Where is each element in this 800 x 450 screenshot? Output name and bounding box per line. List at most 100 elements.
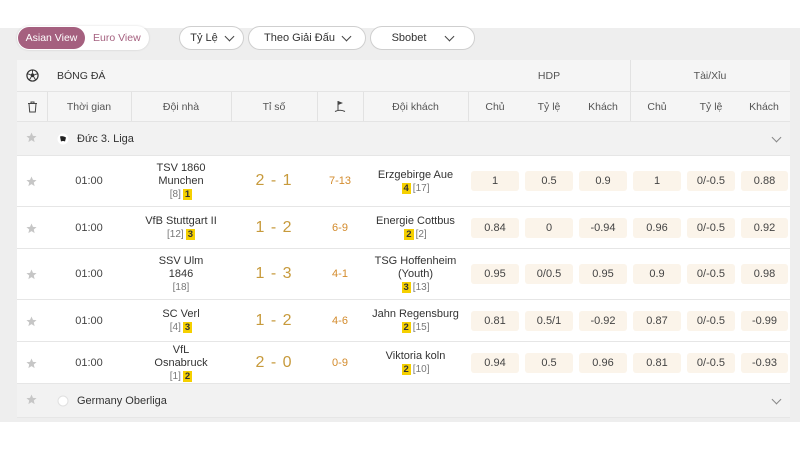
away-team-meta: 4 [17] [401,182,429,194]
ou-line[interactable]: 0/-0.5 [687,217,735,238]
match-score: 2 - 1 [255,172,293,189]
table-header-top: BÓNG ĐÁ HDP Tài/Xỉu [17,60,790,92]
chevron-down-icon [224,31,235,41]
chevron-down-icon[interactable] [771,394,782,405]
corner-count: 6-9 [332,221,348,234]
sort-by-dropdown[interactable]: Theo Giải Đấu [248,26,366,50]
match-time: 01:00 [75,175,103,187]
away-team-cell[interactable]: Jahn Regensburg 2 [15] [363,300,468,341]
ou-under-odd[interactable]: 0.92 [741,217,788,238]
away-team-meta: 2 [2] [404,229,427,240]
hdp-away-odd[interactable]: 0.96 [579,352,627,373]
home-team-name: SC Verl [162,308,200,320]
col-home: Đội nhà [162,100,200,113]
home-team-cell[interactable]: TSV 1860 Munchen [8] 1 [131,156,231,206]
league-header[interactable]: Germany Oberliga [17,384,790,418]
ou-over-odd[interactable]: 0.87 [633,310,681,331]
away-card-badge: 4 [401,182,411,194]
hdp-away-odd[interactable]: 0.95 [579,264,627,284]
away-team-rank: [13] [412,282,430,293]
hdp-home-odd[interactable]: 0.84 [471,217,519,238]
star-icon[interactable] [26,315,37,330]
ou-line[interactable]: 0/-0.5 [687,310,735,331]
away-card-badge: 3 [401,282,411,293]
hdp-home-odd[interactable]: 0.95 [471,264,519,284]
match-row[interactable]: 01:00 TSV 1860 Munchen [8] 1 2 - 1 7-13 E… [17,156,790,207]
league-name: Đức 3. Liga [77,132,134,145]
odds-type-label: Tỷ Lệ [190,32,218,44]
home-team-cell[interactable]: VfB Stuttgart II [12] 3 [131,207,231,248]
home-team-meta: [4] 3 [169,322,193,333]
star-icon[interactable] [26,222,37,237]
hdp-home-odd[interactable]: 0.81 [471,310,519,331]
hdp-line[interactable]: 0.5/1 [525,310,573,331]
ou-group-title: Tài/Xỉu [693,69,727,82]
match-time: 01:00 [75,356,103,369]
hdp-home-odd[interactable]: 0.94 [471,352,519,373]
hdp-home-odd[interactable]: 1 [471,171,519,191]
home-team-cell[interactable]: SC Verl [4] 3 [131,300,231,341]
ou-line[interactable]: 0/-0.5 [687,171,735,191]
match-row[interactable]: 01:00 VfB Stuttgart II [12] 3 1 - 2 6-9 E… [17,207,790,249]
league-header[interactable]: Đức 3. Liga [17,122,790,156]
ou-over-odd[interactable]: 0.81 [633,352,681,373]
hdp-away-odd[interactable]: -0.94 [579,217,627,238]
match-score: 1 - 3 [255,265,293,282]
hdp-line[interactable]: 0.5 [525,352,573,373]
away-team-name: TSG Hoffenheim (Youth) [374,255,457,280]
ou-under-odd[interactable]: 0.88 [741,171,788,191]
ou-under-odd[interactable]: -0.93 [741,352,788,373]
home-team-rank: [12] [167,229,184,240]
home-card-badge: 2 [182,370,193,382]
home-team-rank: [18] [172,282,190,293]
corner-count: 0-9 [332,356,348,369]
corner-count: 4-1 [332,268,348,280]
home-team-rank: [1] [169,370,181,382]
away-team-meta: 2 [10] [401,364,429,375]
home-team-rank: [4] [169,322,181,333]
match-row[interactable]: 01:00 SSV Ulm 1846 [18] 1 - 3 4-1 TSG Ho… [17,249,790,300]
euro-view-button[interactable]: Euro View [85,27,149,49]
star-icon[interactable] [26,394,37,408]
ou-under-odd[interactable]: -0.99 [741,310,788,331]
home-card-badge: 3 [182,322,193,333]
col-ou-home: Chủ [647,100,667,113]
chevron-down-icon [341,31,352,41]
star-icon[interactable] [26,269,37,283]
hdp-line[interactable]: 0/0.5 [525,264,573,284]
hdp-away-odd[interactable]: 0.9 [579,171,627,191]
asian-view-button[interactable]: Asian View [18,27,85,49]
home-team-cell[interactable]: SSV Ulm 1846 [18] [131,249,231,299]
away-team-cell[interactable]: Viktoria koln 2 [10] [363,342,468,383]
away-team-cell[interactable]: Erzgebirge Aue 4 [17] [363,156,468,206]
home-card-badge: 1 [182,189,193,200]
match-row[interactable]: 01:00 SC Verl [4] 3 1 - 2 4-6 Jahn Regens… [17,300,790,342]
ou-over-odd[interactable]: 1 [633,171,681,191]
ou-over-odd[interactable]: 0.9 [633,264,681,284]
col-ou-away: Khách [749,100,779,113]
sort-by-label: Theo Giải Đấu [264,32,335,44]
odds-type-dropdown[interactable]: Tỷ Lệ [179,26,244,50]
away-team-cell[interactable]: Energie Cottbus 2 [2] [363,207,468,248]
home-team-name: TSV 1860 Munchen [156,162,206,187]
sport-title: BÓNG ĐÁ [57,69,106,82]
hdp-away-odd[interactable]: -0.92 [579,310,627,331]
ou-line[interactable]: 0/-0.5 [687,352,735,373]
hdp-line[interactable]: 0.5 [525,171,573,191]
star-icon[interactable] [26,132,37,146]
ou-under-odd[interactable]: 0.98 [741,264,788,284]
match-row[interactable]: 01:00 VfL Osnabruck [1] 2 2 - 0 0-9 Vikto… [17,342,790,384]
away-team-cell[interactable]: TSG Hoffenheim (Youth) 3 [13] [363,249,468,299]
home-team-meta: [18] [173,282,190,293]
star-icon[interactable] [26,357,37,372]
home-team-cell[interactable]: VfL Osnabruck [1] 2 [131,342,231,383]
ou-over-odd[interactable]: 0.96 [633,217,681,238]
bookmaker-dropdown[interactable]: Sbobet [370,26,475,50]
hdp-line[interactable]: 0 [525,217,573,238]
corner-count: 7-13 [328,175,352,187]
star-icon[interactable] [26,176,37,190]
trash-icon[interactable] [23,92,41,121]
col-away: Đội khách [392,100,439,113]
ou-line[interactable]: 0/-0.5 [687,264,735,284]
chevron-down-icon[interactable] [771,132,782,143]
